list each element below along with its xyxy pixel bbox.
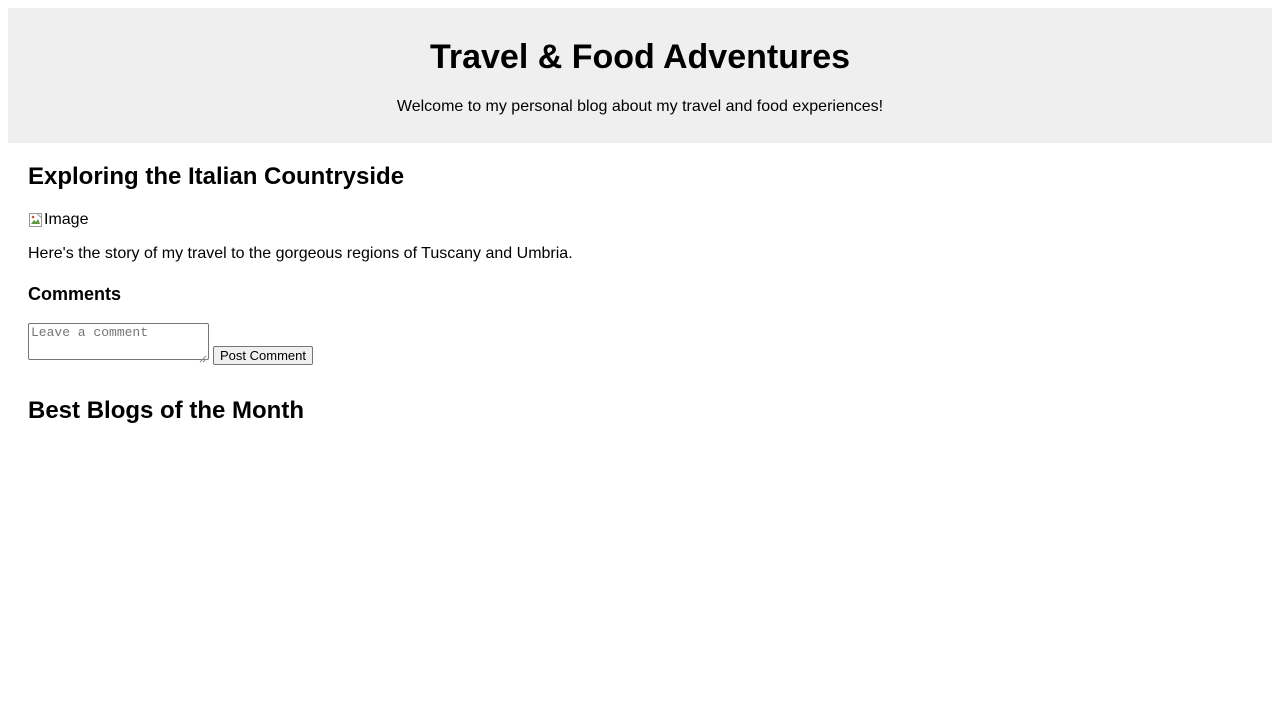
comment-input[interactable] <box>28 323 209 360</box>
site-title: Travel & Food Adventures <box>429 38 851 76</box>
best-blogs-heading: Best Blogs of the Month <box>28 397 304 424</box>
comments-heading: Comments <box>28 284 122 304</box>
post-image-alt-text: Image <box>44 211 89 228</box>
site-tagline: Welcome to my personal blog about my tra… <box>396 98 884 115</box>
post-image: Image <box>28 210 88 230</box>
post-comment-button[interactable]: Post Comment <box>213 346 313 365</box>
post-body: Here's the story of my travel to the gor… <box>28 245 573 262</box>
site-header: Travel & Food Adventures Welcome to my p… <box>8 8 1272 143</box>
post-title: Exploring the Italian Countryside <box>28 163 405 190</box>
broken-image-icon <box>28 212 44 228</box>
